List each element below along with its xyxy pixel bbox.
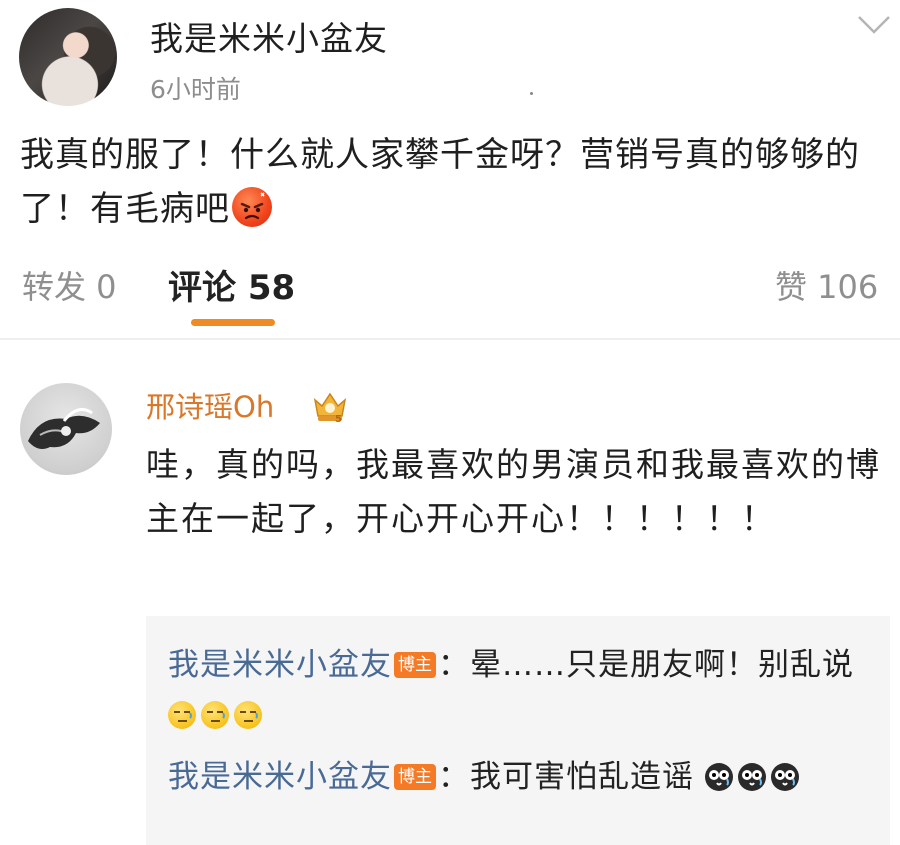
smirk-emoji-icon [168, 701, 196, 729]
scared-emoji-icon [704, 763, 733, 791]
host-badge: 博主 [394, 764, 436, 790]
post-text: 我真的服了！什么就人家攀千金呀？营销号真的够够的了！有毛病吧 [20, 135, 860, 229]
tab-repost[interactable]: 转发 0 [22, 262, 117, 308]
post-author-avatar[interactable] [19, 8, 117, 106]
post-author-name[interactable]: 我是米米小盆友 [150, 12, 388, 60]
commenter-avatar[interactable] [20, 383, 112, 475]
reply-item: 我是米米小盆友 博主 ：晕……只是朋友啊！别乱说 [168, 640, 868, 740]
host-badge: 博主 [394, 652, 436, 678]
commenter-name[interactable]: 邢诗瑶Oh [146, 384, 274, 426]
scared-emoji-icon [737, 763, 766, 791]
section-divider [0, 338, 900, 340]
comment-body: 哇，真的吗，我最喜欢的男演员和我最喜欢的博主在一起了，开心开心开心！！！！！！ [146, 445, 881, 538]
tab-likes[interactable]: 赞 106 [775, 262, 878, 308]
chevron-down-icon[interactable] [856, 14, 892, 36]
post-timestamp: 6小时前 [150, 75, 241, 104]
reply-item: 我是米米小盆友 博主 ：我可害怕乱造谣 [168, 752, 868, 802]
reply-author-link[interactable]: 我是米米小盆友 [168, 647, 392, 683]
tab-comments[interactable]: 评论 58 [168, 260, 295, 309]
reply-author-link[interactable]: 我是米米小盆友 [168, 759, 392, 795]
crown-badge-icon: 5 [311, 386, 349, 425]
angry-emoji-icon [232, 187, 272, 227]
reply-thread: 我是米米小盆友 博主 ：晕……只是朋友啊！别乱说 我是米米小盆友 博主 ：我可害怕乱造谣 [146, 616, 890, 845]
svg-text:5: 5 [335, 414, 342, 424]
active-tab-indicator [191, 319, 275, 326]
smirk-emoji-icon [201, 701, 229, 729]
post-body: 我真的服了！什么就人家攀千金呀？营销号真的够够的了！有毛病吧 [20, 128, 870, 236]
smirk-emoji-icon [234, 701, 262, 729]
scared-emoji-icon [770, 763, 799, 791]
reply-text: ：晕……只是朋友啊！别乱说 [438, 647, 854, 683]
reply-text: ：我可害怕乱造谣 [438, 759, 694, 795]
dot-decoration [530, 92, 533, 95]
